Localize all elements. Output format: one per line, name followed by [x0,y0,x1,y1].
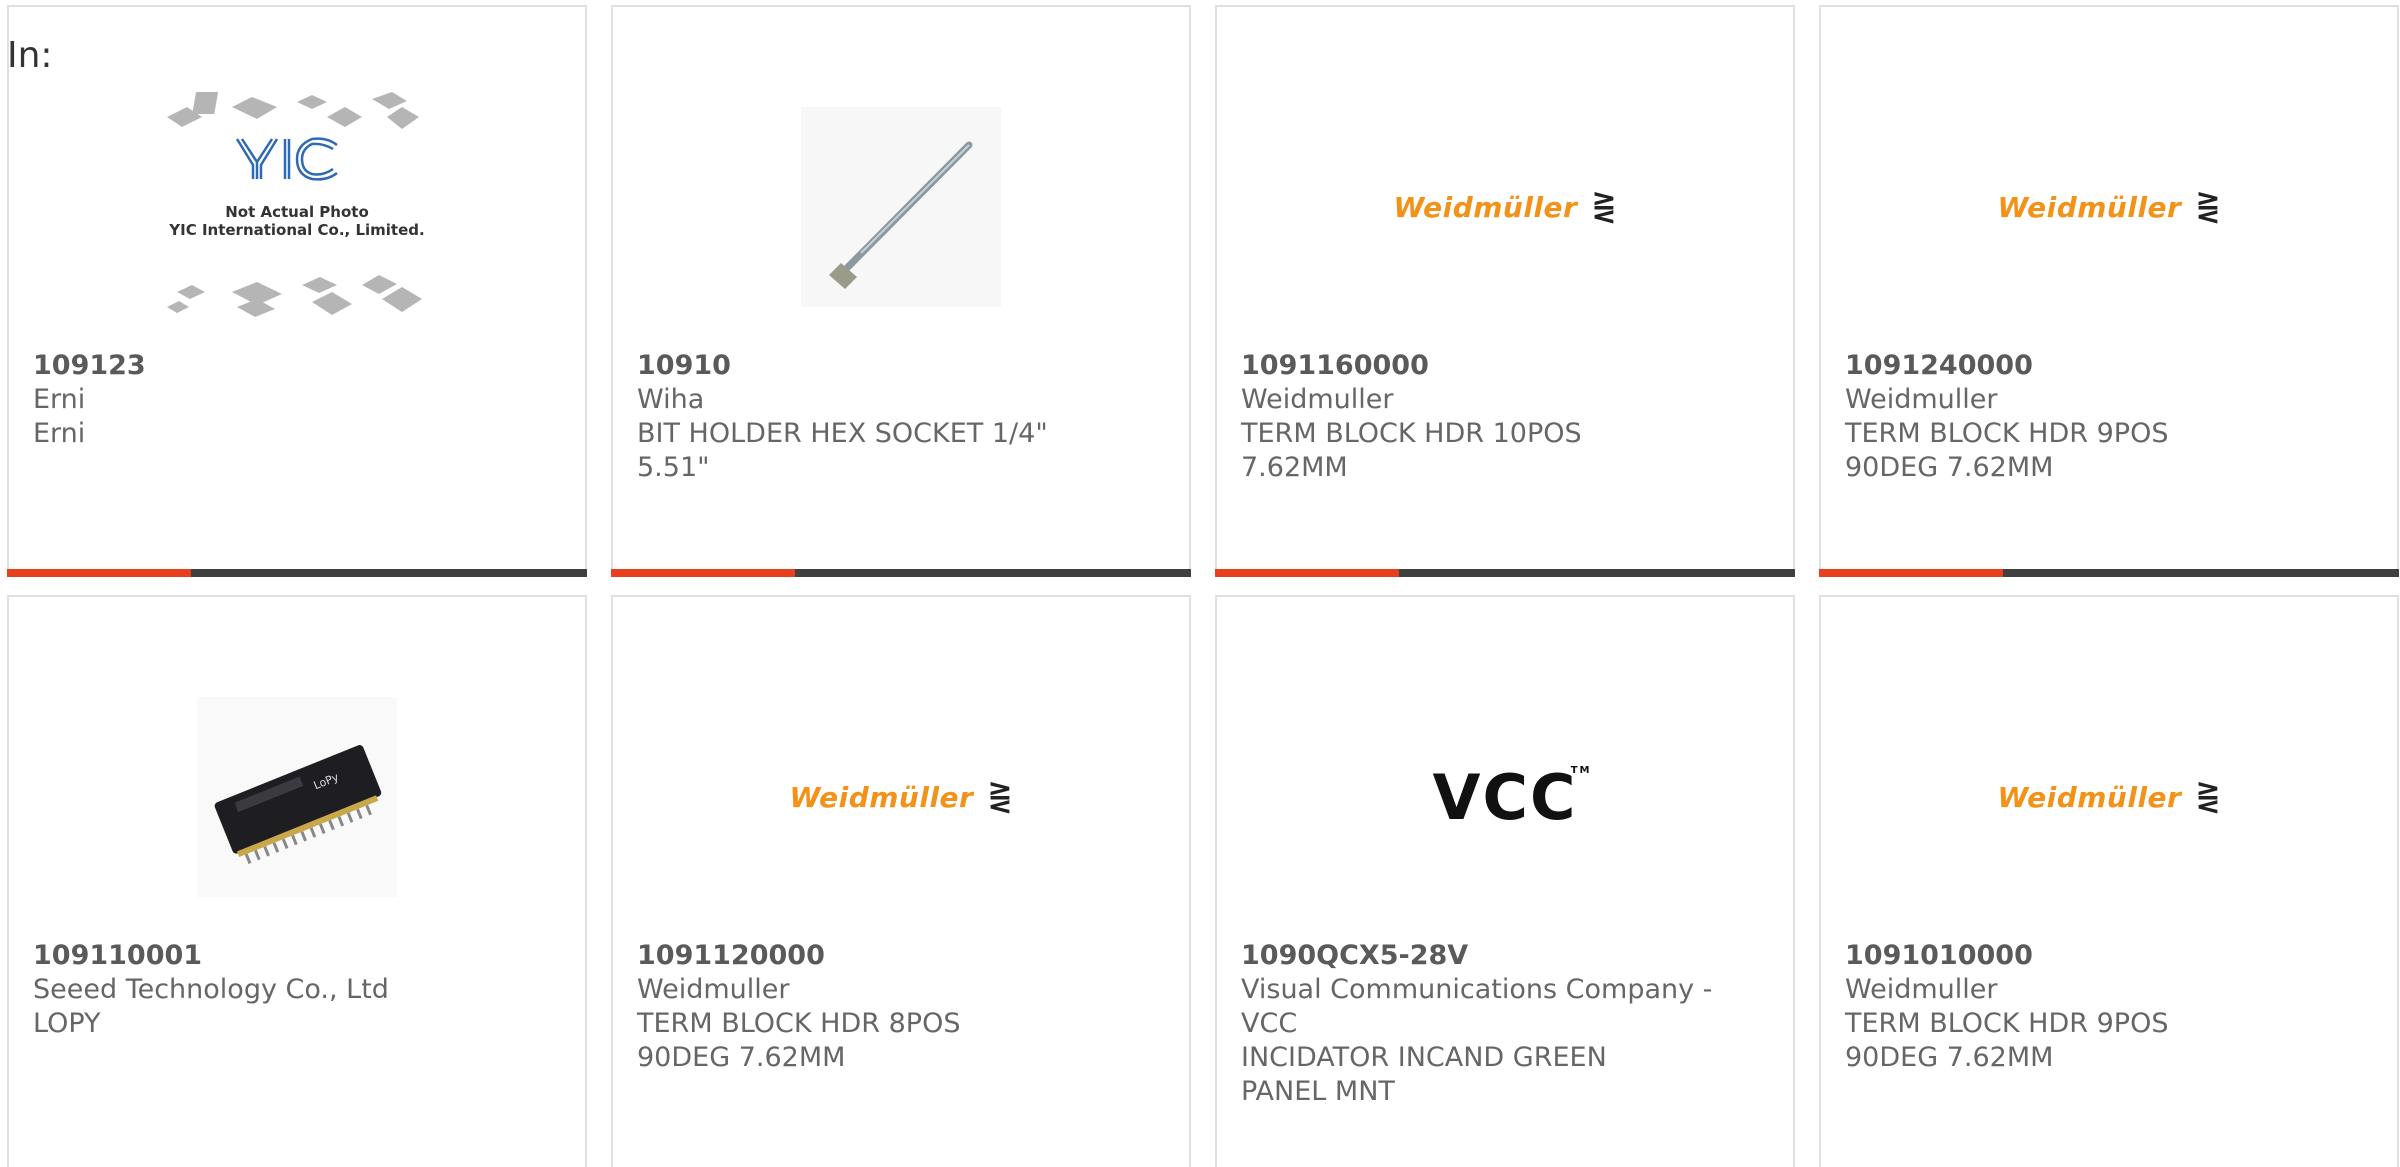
placeholder-image: Not Actual Photo YIC International Co., … [167,92,425,317]
card-bottom-bar [7,569,587,577]
part-number[interactable]: 1090QCX5-28V [1241,939,1769,973]
weidmuller-logo: Weidmüller ⋛ [789,779,1013,815]
description: TERM BLOCK HDR 8POS 90DEG 7.62MM [637,1008,961,1073]
manufacturer: Wiha [637,384,705,415]
part-number[interactable]: 109110001 [33,939,561,973]
manufacturer: Weidmuller [1241,384,1394,415]
card-bar-accent [1819,569,2003,577]
manufacturer: Weidmuller [1845,974,1998,1005]
description: Erni [33,418,86,449]
product-image[interactable]: Not Actual Photo YIC International Co., … [9,67,585,347]
description: TERM BLOCK HDR 9POS 90DEG 7.62MM [1845,418,2169,483]
placeholder-line1: Not Actual Photo [225,203,369,221]
card-bottom-bar [1215,569,1795,577]
part-number[interactable]: 1091010000 [1845,939,2373,973]
weidmuller-logo: Weidmüller ⋛ [1393,189,1617,225]
product-card[interactable]: Not Actual Photo YIC International Co., … [7,5,587,577]
vcc-logo: VCC TM [1432,760,1592,834]
product-card[interactable]: Weidmüller ⋛ 1091120000 Weidmuller TERM … [611,595,1191,1167]
product-card[interactable]: Weidmüller ⋛ 1091010000 Weidmuller TERM … [1819,595,2399,1167]
part-number[interactable]: 1091240000 [1845,349,2373,383]
bit-holder-image [801,107,1001,307]
product-image[interactable]: Weidmüller ⋛ [613,657,1189,937]
description: TERM BLOCK HDR 9POS 90DEG 7.62MM [1845,1008,2169,1073]
manufacturer: Weidmuller [1845,384,1998,415]
weidmuller-logo: Weidmüller ⋛ [1997,189,2221,225]
weidmuller-logo: Weidmüller ⋛ [1997,779,2221,815]
manufacturer: Visual Communications Company - VCC [1241,974,1713,1039]
part-number[interactable]: 1091160000 [1241,349,1769,383]
manufacturer: Erni [33,384,86,415]
product-card[interactable]: LoPy 109110001 Seeed Technology Co., Ltd… [7,595,587,1167]
card-bottom-bar [611,569,1191,577]
description: INCIDATOR INCAND GREEN PANEL MNT [1241,1042,1607,1107]
card-bar-accent [611,569,795,577]
product-image[interactable]: Weidmüller ⋛ [1217,67,1793,347]
placeholder-line2: YIC International Co., Limited. [168,221,424,239]
product-card[interactable]: Weidmüller ⋛ 1091240000 Weidmuller TERM … [1819,5,2399,577]
card-bar-accent [1215,569,1399,577]
manufacturer: Weidmuller [637,974,790,1005]
product-image[interactable] [613,67,1189,347]
product-image[interactable]: Weidmüller ⋛ [1821,67,2397,347]
description: LOPY [33,1008,101,1039]
product-image[interactable]: Weidmüller ⋛ [1821,657,2397,937]
product-card[interactable]: VCC TM 1090QCX5-28V Visual Communications… [1215,595,1795,1167]
lopy-board-image: LoPy [197,697,397,897]
card-bottom-bar [1819,569,2399,577]
product-card[interactable]: Weidmüller ⋛ 1091160000 Weidmuller TERM … [1215,5,1795,577]
product-card[interactable]: 10910 Wiha BIT HOLDER HEX SOCKET 1/4" 5.… [611,5,1191,577]
part-number[interactable]: 1091120000 [637,939,1165,973]
filter-label: In: [7,35,53,76]
part-number[interactable]: 10910 [637,349,1165,383]
description: BIT HOLDER HEX SOCKET 1/4" 5.51" [637,418,1048,483]
part-number[interactable]: 109123 [33,349,561,383]
description: TERM BLOCK HDR 10POS 7.62MM [1241,418,1582,483]
product-image[interactable]: LoPy [9,657,585,937]
manufacturer: Seeed Technology Co., Ltd [33,974,389,1005]
product-image[interactable]: VCC TM [1217,657,1793,937]
card-bar-accent [7,569,191,577]
